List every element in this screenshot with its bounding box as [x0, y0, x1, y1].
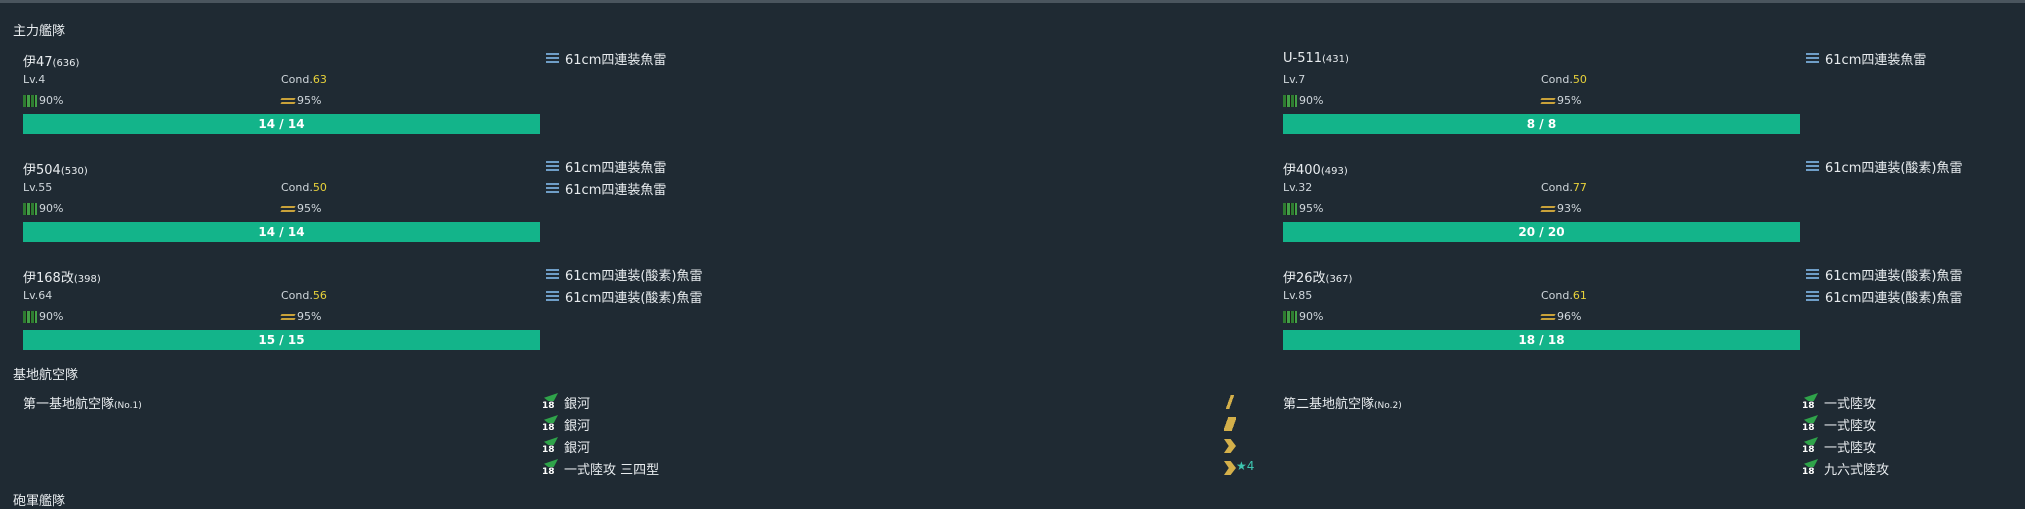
plane-slot[interactable]: 18 九六式陸攻	[1802, 459, 1889, 478]
plane-icon: 18	[1802, 393, 1820, 411]
ship-name: 伊47(636)	[23, 55, 80, 70]
ship-card[interactable]: 伊168改(398) Lv.64 Cond.56 90% 95% 15 / 15	[13, 267, 540, 357]
proficiency-icon	[1224, 461, 1236, 475]
base-name[interactable]: 第二基地航空隊(No.2)	[1283, 393, 1402, 412]
ship-ammo: 93%	[1541, 202, 1581, 215]
torpedo-icon	[1806, 290, 1819, 302]
ship-ammo: 96%	[1541, 310, 1581, 323]
ship-level: Lv.64	[23, 289, 53, 302]
ammo-icon	[281, 312, 295, 322]
equip-slot[interactable]: 61cm四連装(酸素)魚雷	[546, 287, 703, 306]
ship-ammo: 95%	[281, 94, 321, 107]
fuel-icon	[23, 94, 37, 107]
ship-level: Lv.4	[23, 73, 46, 86]
ship-name: 伊168改(398)	[23, 271, 101, 286]
top-border	[0, 0, 2025, 3]
ship-level: Lv.7	[1283, 73, 1306, 86]
proficiency-icon	[1224, 417, 1236, 431]
plane-slot[interactable]: 18 銀河	[542, 393, 590, 412]
equip-slot[interactable]: 61cm四連装魚雷	[546, 179, 666, 198]
plane-icon: 18	[542, 393, 560, 411]
ship-level: Lv.32	[1283, 181, 1313, 194]
plane-slot[interactable]: 18 銀河	[542, 415, 590, 434]
plane-slot[interactable]: 18 一式陸攻 三四型	[542, 459, 659, 478]
fuel-icon	[1283, 310, 1297, 323]
improvement-star: ★4	[1236, 459, 1255, 473]
torpedo-icon	[1806, 268, 1819, 280]
ship-name: 伊504(530)	[23, 163, 88, 178]
hp-bar: 18 / 18	[1283, 330, 1800, 350]
fuel-icon	[23, 202, 37, 215]
ship-card[interactable]: 伊504(530) Lv.55 Cond.50 90% 95% 14 / 14	[13, 159, 540, 249]
base-name[interactable]: 第一基地航空隊(No.1)	[23, 393, 142, 412]
ammo-icon	[1541, 96, 1555, 106]
equip-slot[interactable]: 61cm四連装(酸素)魚雷	[1806, 157, 1963, 176]
hp-bar: 14 / 14	[23, 114, 540, 134]
torpedo-icon	[546, 268, 559, 280]
ship-cond: Cond.56	[281, 289, 327, 302]
ammo-icon	[1541, 312, 1555, 322]
ship-name: 伊400(493)	[1283, 163, 1348, 178]
fuel-icon	[23, 310, 37, 323]
ship-fuel: 95%	[1283, 202, 1323, 215]
ship-fuel: 90%	[23, 310, 63, 323]
plane-slot[interactable]: 18 一式陸攻	[1802, 415, 1876, 434]
proficiency-icon	[1224, 395, 1236, 409]
equip-slot[interactable]: 61cm四連装(酸素)魚雷	[1806, 287, 1963, 306]
plane-slot[interactable]: 18 銀河	[542, 437, 590, 456]
plane-icon: 18	[542, 437, 560, 455]
ammo-icon	[281, 204, 295, 214]
ship-fuel: 90%	[23, 94, 63, 107]
plane-icon: 18	[1802, 415, 1820, 433]
ship-card[interactable]: U-511(431) Lv.7 Cond.50 90% 95% 8 / 8	[1273, 51, 1800, 141]
ship-ammo: 95%	[1541, 94, 1581, 107]
torpedo-icon	[1806, 52, 1819, 64]
ship-card[interactable]: 伊26改(367) Lv.85 Cond.61 90% 96% 18 / 18	[1273, 267, 1800, 357]
hp-bar: 15 / 15	[23, 330, 540, 350]
next-section-title: 砲軍艦隊	[13, 494, 66, 509]
ship-cond: Cond.61	[1541, 289, 1587, 302]
fuel-icon	[1283, 202, 1297, 215]
plane-slot[interactable]: 18 一式陸攻	[1802, 393, 1876, 412]
ship-fuel: 90%	[1283, 310, 1323, 323]
ship-level: Lv.55	[23, 181, 53, 194]
hp-bar: 8 / 8	[1283, 114, 1800, 134]
air-title: 基地航空隊	[13, 368, 79, 383]
hp-bar: 20 / 20	[1283, 222, 1800, 242]
torpedo-icon	[546, 160, 559, 172]
equip-slot[interactable]: 61cm四連装(酸素)魚雷	[1806, 265, 1963, 284]
ship-ammo: 95%	[281, 310, 321, 323]
hp-bar: 14 / 14	[23, 222, 540, 242]
ship-fuel: 90%	[1283, 94, 1323, 107]
ship-cond: Cond.77	[1541, 181, 1587, 194]
ship-cond: Cond.63	[281, 73, 327, 86]
plane-icon: 18	[1802, 459, 1820, 477]
ship-card[interactable]: 伊400(493) Lv.32 Cond.77 95% 93% 20 / 20	[1273, 159, 1800, 249]
plane-slot[interactable]: 18 一式陸攻	[1802, 437, 1876, 456]
ship-name: U-511(431)	[1283, 51, 1349, 66]
equip-slot[interactable]: 61cm四連装(酸素)魚雷	[546, 265, 703, 284]
fleet-title: 主力艦隊	[13, 24, 66, 39]
ammo-icon	[1541, 204, 1555, 214]
proficiency-icon	[1224, 439, 1236, 453]
ship-ammo: 95%	[281, 202, 321, 215]
plane-icon: 18	[542, 415, 560, 433]
ship-name: 伊26改(367)	[1283, 271, 1353, 286]
ship-level: Lv.85	[1283, 289, 1313, 302]
ammo-icon	[281, 96, 295, 106]
torpedo-icon	[546, 290, 559, 302]
torpedo-icon	[1806, 160, 1819, 172]
equip-slot[interactable]: 61cm四連装魚雷	[1806, 49, 1926, 68]
plane-icon: 18	[1802, 437, 1820, 455]
ship-card[interactable]: 伊47(636) Lv.4 Cond.63 90% 95% 14 / 14	[13, 51, 540, 141]
fuel-icon	[1283, 94, 1297, 107]
equip-slot[interactable]: 61cm四連装魚雷	[546, 49, 666, 68]
plane-icon: 18	[542, 459, 560, 477]
ship-cond: Cond.50	[281, 181, 327, 194]
torpedo-icon	[546, 182, 559, 194]
equip-slot[interactable]: 61cm四連装魚雷	[546, 157, 666, 176]
ship-cond: Cond.50	[1541, 73, 1587, 86]
ship-fuel: 90%	[23, 202, 63, 215]
torpedo-icon	[546, 52, 559, 64]
